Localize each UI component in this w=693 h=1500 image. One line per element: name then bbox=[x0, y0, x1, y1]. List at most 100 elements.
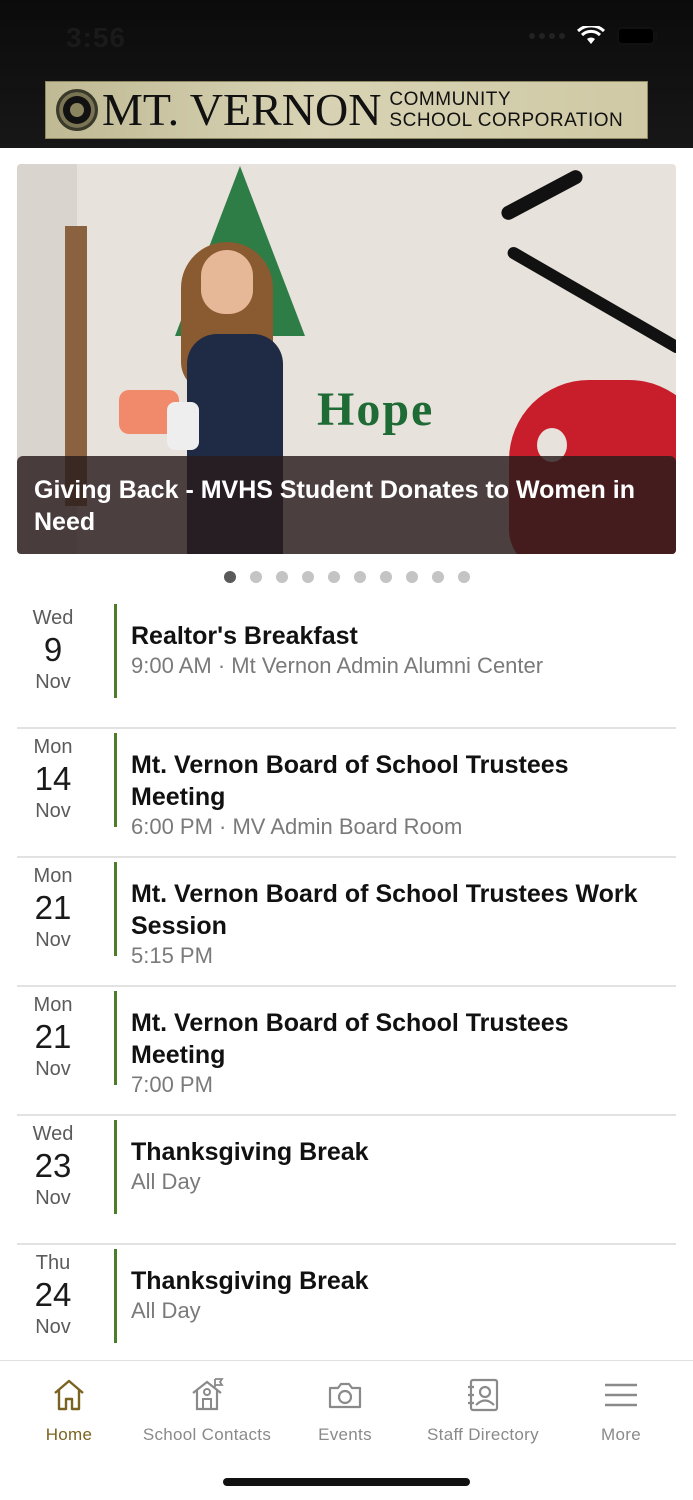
event-row[interactable]: Thu 24 Nov Thanksgiving Break All Day bbox=[17, 1245, 676, 1374]
event-info: Mt. Vernon Board of School Trustees Work… bbox=[131, 878, 661, 970]
event-meta: 6:00 PM · MV Admin Board Room bbox=[131, 814, 463, 839]
event-row[interactable]: Mon 21 Nov Mt. Vernon Board of School Trust… bbox=[17, 858, 676, 987]
photo-branch bbox=[498, 167, 586, 223]
event-info: Mt. Vernon Board of School Trustees Meet… bbox=[131, 1007, 661, 1099]
event-month: Nov bbox=[35, 671, 71, 693]
event-title: Mt. Vernon Board of School Trustees Work… bbox=[131, 880, 638, 940]
event-month: Nov bbox=[35, 800, 71, 822]
event-date: Thu 24 Nov bbox=[17, 1251, 89, 1339]
logo-main-text: MT. VERNON bbox=[102, 84, 382, 135]
battery-icon bbox=[617, 27, 658, 45]
event-accent-bar bbox=[114, 862, 117, 956]
event-weekday: Mon bbox=[33, 736, 73, 758]
status-icons bbox=[529, 26, 658, 46]
event-date: Wed 9 Nov bbox=[17, 606, 89, 694]
tab-label: School Contacts bbox=[142, 1425, 272, 1444]
tab-events[interactable]: Events bbox=[276, 1375, 414, 1445]
event-weekday: Wed bbox=[32, 607, 74, 629]
event-day: 9 bbox=[43, 631, 63, 668]
events-list: Wed 9 Nov Realtor's Breakfast 9:00 AM · Mt V… bbox=[17, 600, 676, 1374]
event-row[interactable]: Mon 14 Nov Mt. Vernon Board of School Trust… bbox=[17, 729, 676, 858]
photo-branch bbox=[505, 244, 676, 356]
event-info: Thanksgiving Break All Day bbox=[131, 1136, 661, 1196]
event-meta: All Day bbox=[131, 1298, 201, 1323]
event-meta: 9:00 AM · Mt Vernon Admin Alumni Center bbox=[131, 653, 544, 678]
event-date: Mon 14 Nov bbox=[17, 735, 89, 823]
event-accent-bar bbox=[114, 991, 117, 1085]
event-accent-bar bbox=[114, 733, 117, 827]
tab-label: Staff Directory bbox=[427, 1425, 539, 1444]
photo-person-face bbox=[201, 250, 253, 314]
logo-sub-line1: COMMUNITY bbox=[389, 89, 512, 110]
menu-icon bbox=[605, 1383, 637, 1407]
tab-label: Events bbox=[318, 1425, 372, 1444]
pager-dot[interactable] bbox=[431, 571, 444, 583]
event-weekday: Mon bbox=[33, 865, 73, 887]
event-day: 23 bbox=[34, 1147, 72, 1184]
pager-dot[interactable] bbox=[223, 571, 236, 583]
slide-caption[interactable]: Giving Back - MVHS Student Donates to Wo… bbox=[17, 456, 676, 554]
event-meta: All Day bbox=[131, 1169, 201, 1194]
school-logo-banner[interactable]: MT. VERNON COMMUNITY SCHOOL CORPORATION bbox=[45, 81, 648, 139]
logo-sub-text: COMMUNITY SCHOOL CORPORATION bbox=[389, 89, 623, 131]
pager-dot[interactable] bbox=[405, 571, 418, 583]
event-weekday: Wed bbox=[32, 1123, 74, 1145]
event-month: Nov bbox=[35, 1316, 71, 1338]
wifi-icon bbox=[577, 26, 605, 44]
event-title: Realtor's Breakfast bbox=[131, 622, 358, 650]
home-indicator[interactable] bbox=[223, 1478, 470, 1486]
tab-home[interactable]: Home bbox=[0, 1375, 138, 1445]
pager-dot[interactable] bbox=[249, 571, 262, 583]
event-title: Mt. Vernon Board of School Trustees Meet… bbox=[131, 1009, 569, 1069]
home-icon bbox=[54, 1379, 84, 1411]
app-header: 3:56 MT. VERNON COMMUNITY SCHOOL CORPORA… bbox=[0, 0, 693, 148]
news-carousel-slide[interactable]: Hope Giving Back - MVHS Student Donates … bbox=[17, 164, 676, 554]
pager-dot[interactable] bbox=[457, 571, 470, 583]
event-day: 21 bbox=[34, 889, 72, 926]
slide-caption-text: Giving Back - MVHS Student Donates to Wo… bbox=[34, 476, 635, 536]
tab-label: Home bbox=[45, 1425, 93, 1444]
event-month: Nov bbox=[35, 1187, 71, 1209]
status-time: 3:56 bbox=[66, 22, 127, 53]
school-icon bbox=[192, 1378, 224, 1411]
event-weekday: Mon bbox=[33, 994, 73, 1016]
event-title: Thanksgiving Break bbox=[131, 1138, 369, 1166]
event-info: Realtor's Breakfast 9:00 AM · Mt Vernon A… bbox=[131, 620, 661, 680]
contact-card-icon bbox=[468, 1378, 499, 1412]
pager-dot[interactable] bbox=[353, 571, 366, 583]
event-accent-bar bbox=[114, 1249, 117, 1343]
tab-school-contacts[interactable]: School Contacts bbox=[138, 1375, 276, 1445]
camera-icon bbox=[328, 1382, 362, 1409]
event-day: 21 bbox=[34, 1018, 72, 1055]
event-meta: 5:15 PM bbox=[131, 943, 213, 968]
event-date: Mon 21 Nov bbox=[17, 993, 89, 1081]
event-weekday: Thu bbox=[35, 1252, 71, 1274]
event-date: Wed 23 Nov bbox=[17, 1122, 89, 1210]
event-row[interactable]: Wed 23 Nov Thanksgiving Break All Day bbox=[17, 1116, 676, 1245]
event-title: Thanksgiving Break bbox=[131, 1267, 369, 1295]
carousel-pager[interactable] bbox=[0, 571, 693, 583]
pager-dot[interactable] bbox=[301, 571, 314, 583]
event-row[interactable]: Mon 21 Nov Mt. Vernon Board of School Trust… bbox=[17, 987, 676, 1116]
event-info: Thanksgiving Break All Day bbox=[131, 1265, 661, 1325]
event-month: Nov bbox=[35, 929, 71, 951]
pager-dot[interactable] bbox=[379, 571, 392, 583]
event-meta: 7:00 PM bbox=[131, 1072, 213, 1097]
pager-dot[interactable] bbox=[327, 571, 340, 583]
school-seal-icon bbox=[56, 89, 98, 131]
event-row[interactable]: Wed 9 Nov Realtor's Breakfast 9:00 AM · Mt V… bbox=[17, 600, 676, 729]
logo-sub-line2: SCHOOL CORPORATION bbox=[389, 110, 624, 131]
tab-staff-directory[interactable]: Staff Directory bbox=[414, 1375, 552, 1445]
event-accent-bar bbox=[114, 1120, 117, 1214]
event-date: Mon 21 Nov bbox=[17, 864, 89, 952]
photo-wall-text: Hope bbox=[317, 383, 435, 436]
photo-gift bbox=[167, 402, 199, 450]
pager-dot[interactable] bbox=[275, 571, 288, 583]
tab-more[interactable]: More bbox=[552, 1375, 690, 1445]
signal-icon bbox=[529, 33, 565, 39]
event-info: Mt. Vernon Board of School Trustees Meet… bbox=[131, 749, 661, 841]
event-day: 24 bbox=[34, 1276, 72, 1313]
event-day: 14 bbox=[34, 760, 72, 797]
event-accent-bar bbox=[114, 604, 117, 698]
event-month: Nov bbox=[35, 1058, 71, 1080]
